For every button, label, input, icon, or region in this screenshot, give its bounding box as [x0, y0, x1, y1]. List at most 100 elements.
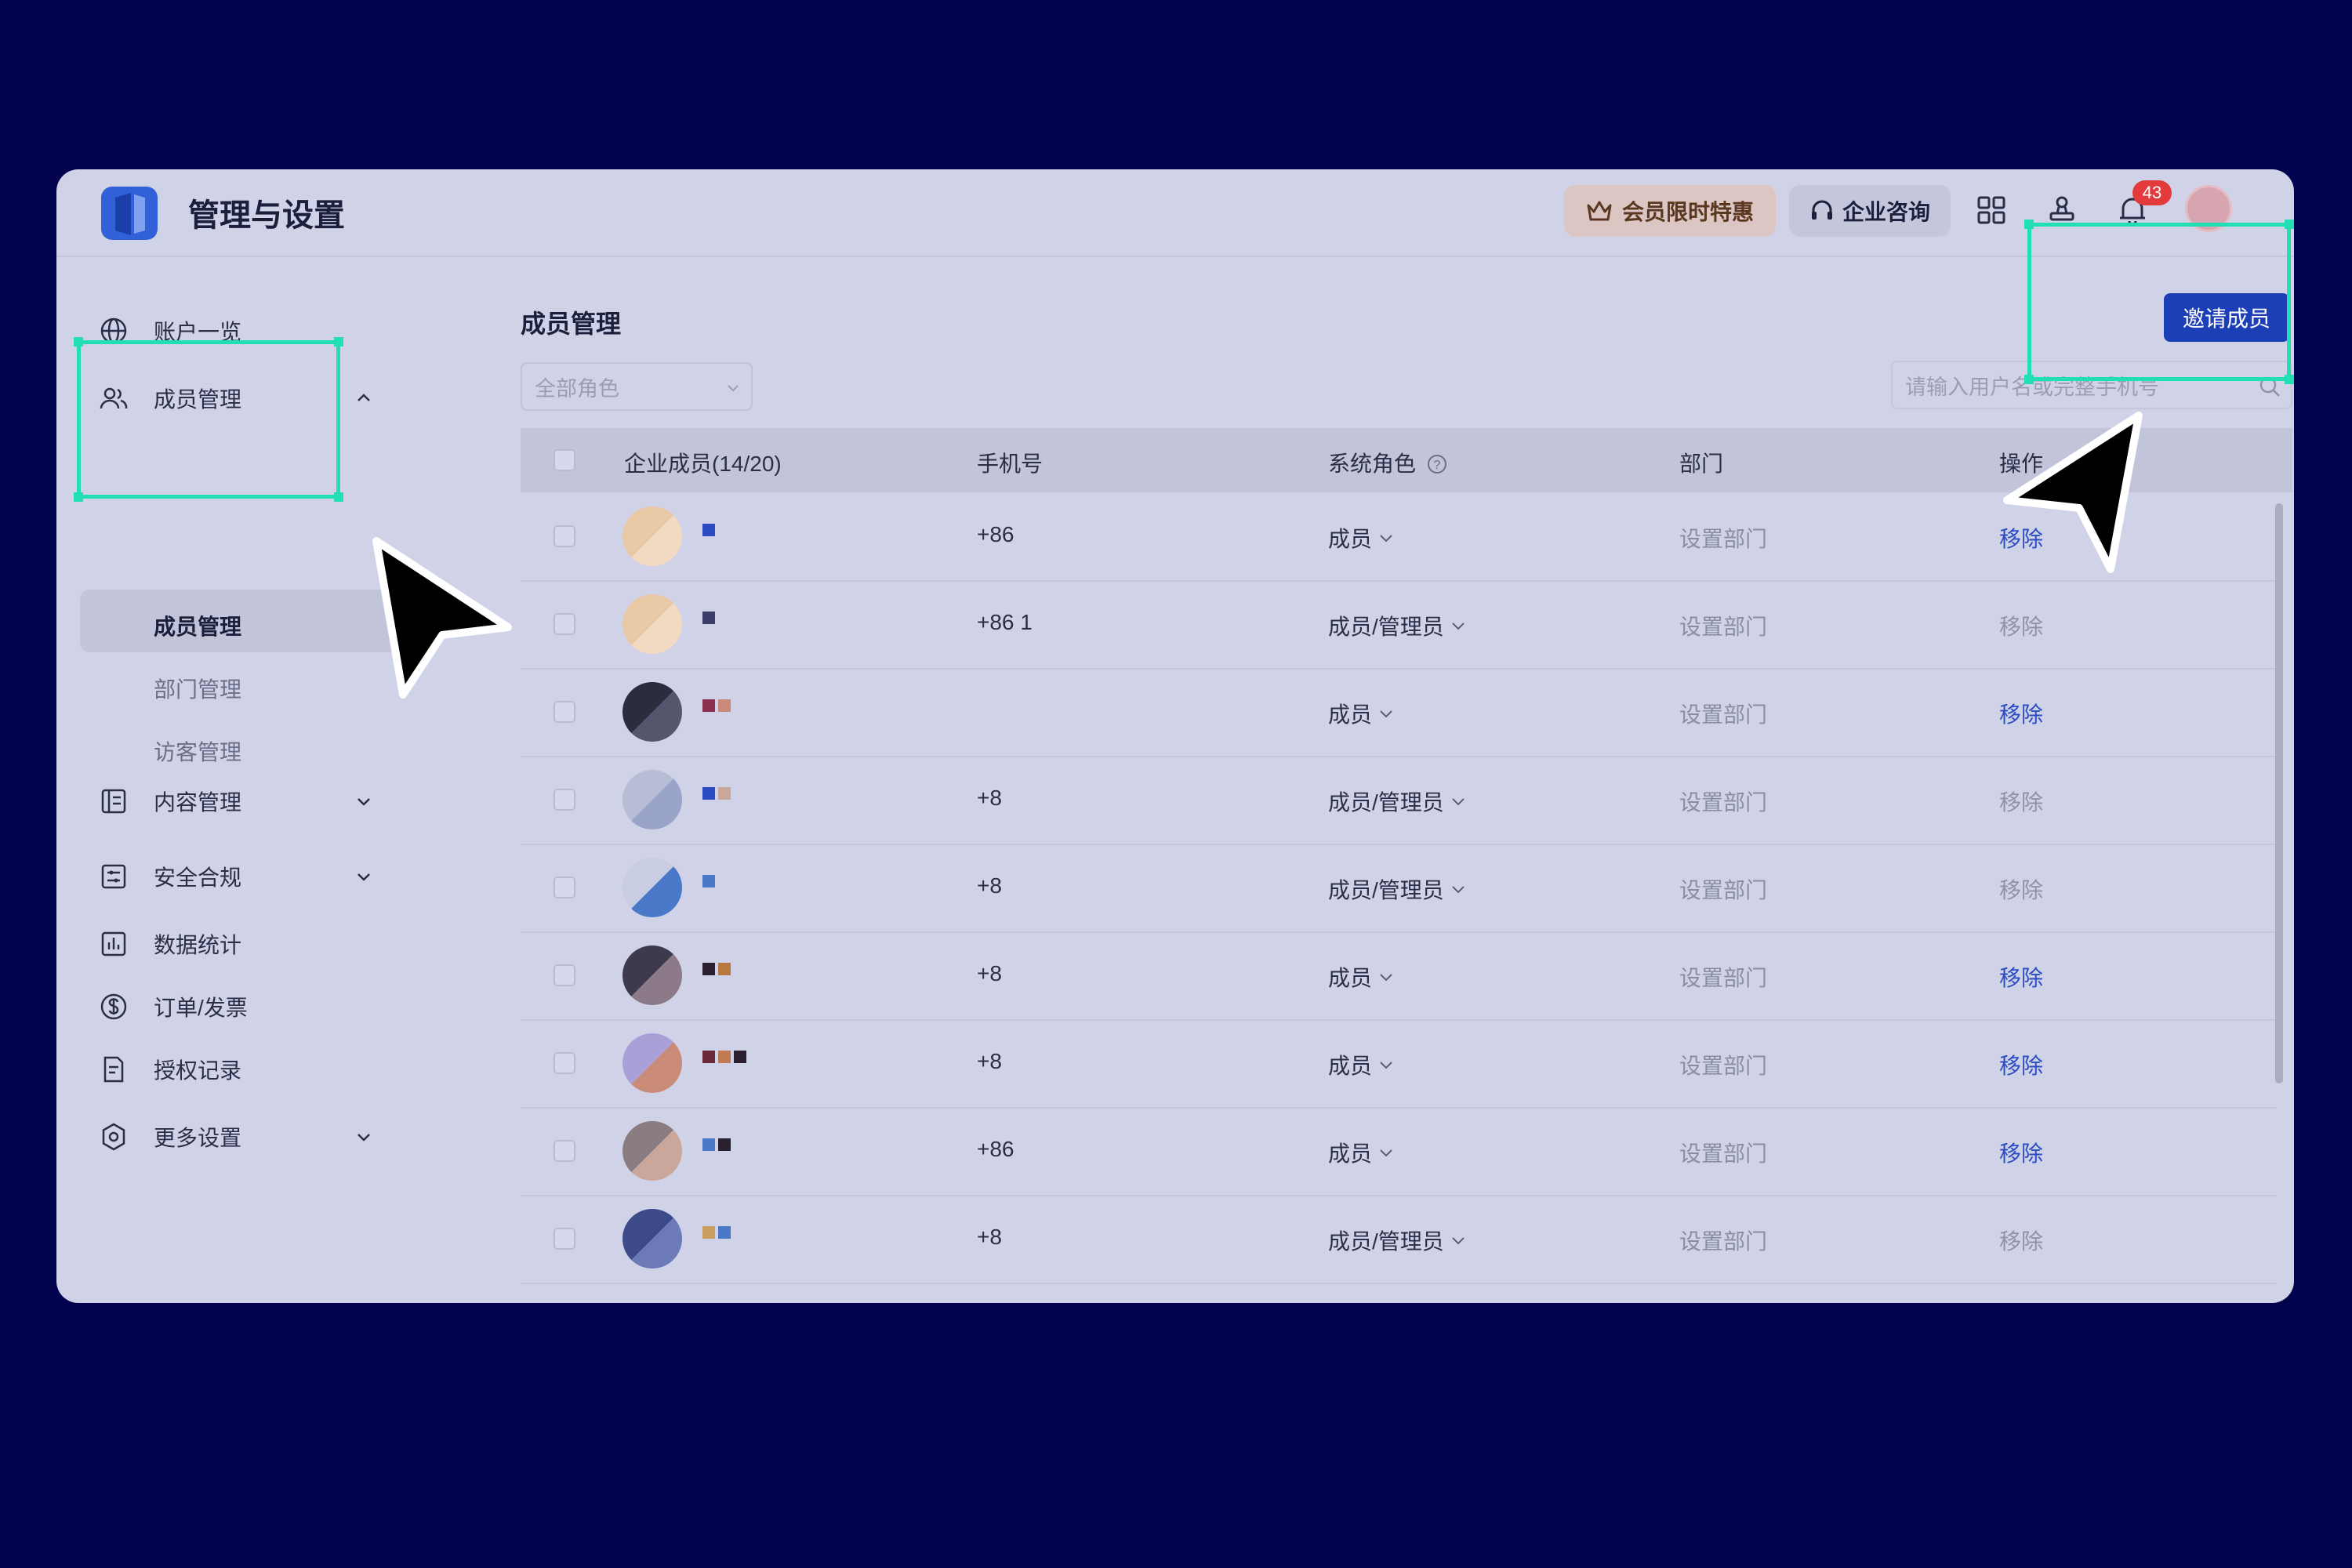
sidebar-item-security-compliance[interactable]: 安全合规: [56, 845, 386, 908]
app-title: 管理与设置: [188, 198, 345, 233]
sidebar-sub-visitor-management[interactable]: 访客管理: [154, 735, 241, 767]
sidebar-sub-department-management[interactable]: 部门管理: [154, 673, 241, 704]
chevron-down-icon: [1452, 798, 1465, 806]
set-department-link[interactable]: 设置部门: [1679, 1049, 1767, 1080]
blurred-name-pixel: [718, 1138, 731, 1151]
sidebar-item-statistics[interactable]: 数据统计: [56, 913, 386, 975]
sidebar-item-orders-invoices[interactable]: 订单/发票: [56, 975, 386, 1038]
enterprise-consult-button[interactable]: 企业咨询: [1789, 185, 1951, 237]
help-circle-icon[interactable]: ?: [1427, 454, 1447, 474]
member-name-blurred: [702, 787, 731, 800]
role-dropdown[interactable]: 成员: [1328, 698, 1396, 729]
chevron-down-icon: [1380, 1149, 1392, 1157]
role-filter-select[interactable]: 全部角色: [521, 362, 753, 411]
remove-member-link[interactable]: 移除: [1999, 961, 2043, 993]
row-checkbox[interactable]: [554, 701, 575, 723]
sidebar-item-label: 内容管理: [154, 790, 242, 815]
sidebar-sub-member-management[interactable]: 成员管理: [154, 610, 241, 641]
member-name-blurred: [702, 875, 715, 887]
row-checkbox[interactable]: [554, 613, 575, 635]
app-window: 管理与设置 会员限时特惠 企业咨询 43 账户一览 成员管理 成员管理 部门管理…: [56, 169, 2294, 1303]
member-name-blurred: [702, 612, 715, 624]
blurred-name-pixel: [702, 1138, 715, 1151]
row-checkbox[interactable]: [554, 1228, 575, 1250]
remove-member-link[interactable]: 移除: [1999, 1049, 2043, 1080]
member-avatar: [622, 506, 682, 566]
member-phone: +86: [977, 522, 1014, 546]
page-title: 成员管理: [521, 310, 622, 338]
sidebar-item-label: 安全合规: [154, 866, 242, 890]
member-phone: +8: [977, 961, 1002, 985]
set-department-link[interactable]: 设置部门: [1679, 873, 1767, 905]
set-department-link[interactable]: 设置部门: [1679, 522, 1767, 554]
set-department-link[interactable]: 设置部门: [1679, 610, 1767, 641]
member-name-blurred: [702, 699, 731, 712]
column-header-role-label: 系统角色: [1328, 452, 1417, 476]
column-header-member: 企业成员(14/20): [624, 452, 782, 476]
svg-text:?: ?: [1433, 459, 1440, 472]
blurred-name-pixel: [718, 787, 731, 800]
set-department-link[interactable]: 设置部门: [1679, 698, 1767, 729]
set-department-link[interactable]: 设置部门: [1679, 1225, 1767, 1256]
sidebar-item-more-settings[interactable]: 更多设置: [56, 1105, 386, 1168]
sidebar-item-authorization-records[interactable]: 授权记录: [56, 1038, 386, 1101]
role-dropdown[interactable]: 成员/管理员: [1328, 873, 1468, 905]
security-icon: [101, 864, 126, 889]
role-label: 成员: [1328, 1054, 1373, 1078]
role-dropdown[interactable]: 成员: [1328, 1137, 1396, 1168]
set-department-link[interactable]: 设置部门: [1679, 961, 1767, 993]
blurred-name-pixel: [702, 612, 715, 624]
row-checkbox[interactable]: [554, 877, 575, 898]
role-label: 成员/管理员: [1328, 615, 1444, 639]
remove-member-link[interactable]: 移除: [1999, 1137, 2043, 1168]
select-all-checkbox[interactable]: [554, 449, 575, 471]
table-row: 成员 设置部门 移除: [521, 668, 2277, 757]
blurred-name-pixel: [718, 1051, 731, 1063]
table-scrollbar[interactable]: [2275, 503, 2283, 1083]
remove-member-link[interactable]: 移除: [1999, 698, 2043, 729]
member-avatar: [622, 1033, 682, 1093]
highlight-box-invite: [2024, 220, 2294, 384]
row-checkbox[interactable]: [554, 1140, 575, 1162]
role-dropdown[interactable]: 成员/管理员: [1328, 1225, 1468, 1256]
top-bar: 管理与设置 会员限时特惠 企业咨询 43: [56, 169, 2294, 257]
set-department-link[interactable]: 设置部门: [1679, 1137, 1767, 1168]
chevron-down-icon: [1380, 535, 1392, 543]
blurred-name-pixel: [702, 963, 715, 975]
member-avatar: [622, 1121, 682, 1181]
member-avatar: [622, 946, 682, 1005]
role-dropdown[interactable]: 成员/管理员: [1328, 610, 1468, 641]
remove-member-link: 移除: [1999, 878, 2044, 902]
sidebar-item-content-management[interactable]: 内容管理: [56, 770, 386, 833]
apps-grid-icon[interactable]: [1974, 193, 2009, 227]
row-checkbox[interactable]: [554, 789, 575, 811]
chevron-down-icon: [1380, 710, 1392, 718]
table-row: +8 成员 设置部门 移除: [521, 1019, 2277, 1109]
membership-promo-button[interactable]: 会员限时特惠: [1564, 185, 1776, 237]
set-department-link[interactable]: 设置部门: [1679, 786, 1767, 817]
role-dropdown[interactable]: 成员/管理员: [1328, 786, 1468, 817]
column-header-phone: 手机号: [977, 452, 1044, 476]
blurred-name-pixel: [702, 1051, 715, 1063]
consult-label: 企业咨询: [1842, 200, 1930, 224]
member-phone: +8: [977, 786, 1002, 810]
remove-member-link: 移除: [1999, 1229, 2044, 1254]
member-name-blurred: [702, 963, 731, 975]
document-icon: [103, 1056, 124, 1083]
role-dropdown[interactable]: 成员: [1328, 1049, 1396, 1080]
sidebar-item-label: 订单/发票: [154, 996, 248, 1020]
role-dropdown[interactable]: 成员: [1328, 522, 1396, 554]
blurred-name-pixel: [702, 1226, 715, 1239]
row-checkbox[interactable]: [554, 525, 575, 547]
member-name-blurred: [702, 524, 715, 536]
blurred-name-pixel: [702, 699, 715, 712]
member-name-blurred: [702, 1226, 731, 1239]
chevron-down-icon: [1380, 1062, 1392, 1069]
table-row: +8 成员/管理员 设置部门 移除: [521, 1195, 2277, 1284]
role-label: 成员: [1328, 1142, 1373, 1166]
chevron-down-icon: [1452, 886, 1465, 894]
row-checkbox[interactable]: [554, 964, 575, 986]
row-checkbox[interactable]: [554, 1052, 575, 1074]
role-dropdown[interactable]: 成员: [1328, 961, 1396, 993]
pointer-cursor-icon: [372, 537, 512, 699]
